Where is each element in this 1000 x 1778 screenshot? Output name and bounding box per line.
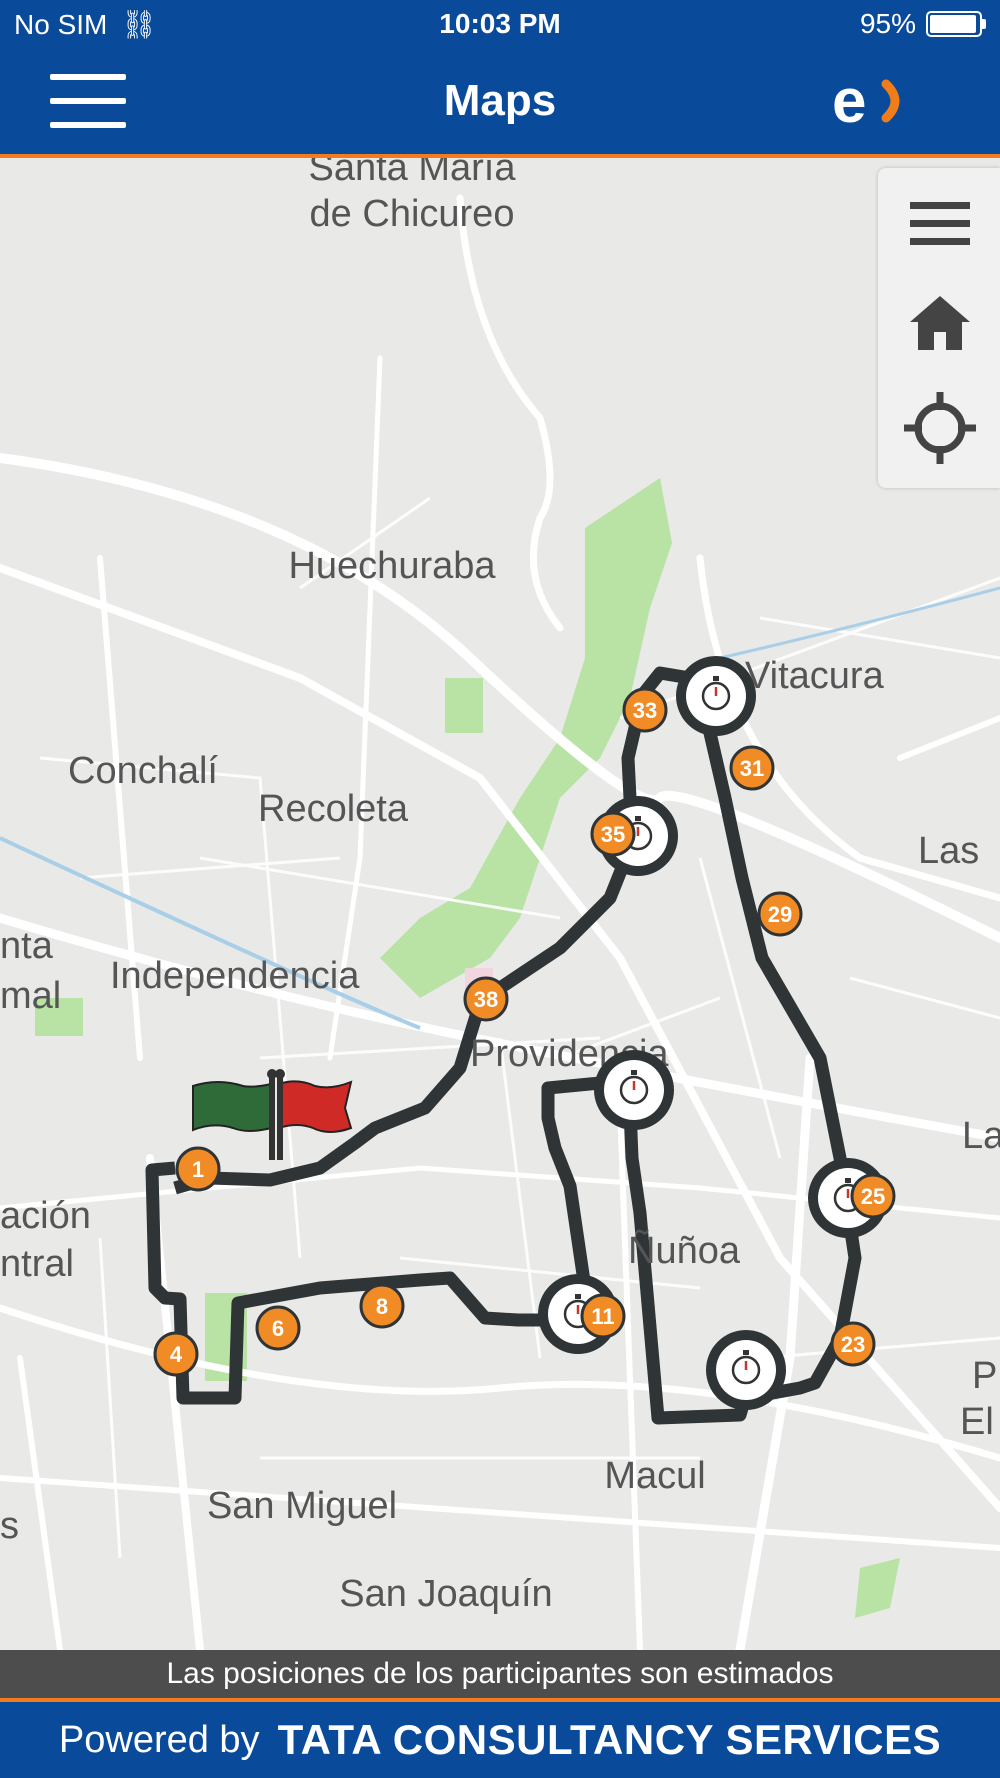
label-conchali: Conchalí: [68, 750, 218, 792]
crosshair-icon[interactable]: [902, 390, 978, 466]
nav-bar: Maps e: [0, 50, 1000, 158]
km-marker-label: 1: [192, 1157, 204, 1182]
km-marker[interactable]: 33: [622, 687, 668, 733]
label-independencia: Independencia: [110, 955, 360, 997]
label-nunoa: Ñuñoa: [628, 1229, 741, 1272]
label-nta: nta: [0, 925, 54, 967]
brand-logo-icon: e: [832, 70, 900, 132]
battery-icon: [926, 11, 986, 37]
km-marker[interactable]: 1: [175, 1146, 221, 1192]
label-el: El: [960, 1401, 994, 1443]
label-acion: ación: [0, 1195, 91, 1237]
km-marker-label: 8: [376, 1294, 388, 1319]
label-ntral: ntral: [0, 1243, 74, 1285]
timer-icon[interactable]: [706, 1330, 786, 1410]
battery-group: 95%: [859, 8, 986, 40]
km-marker-label: 38: [474, 987, 498, 1012]
label-san-joaquin: San Joaquín: [339, 1573, 552, 1615]
map-controls-panel: [878, 168, 1000, 488]
label-mal: mal: [0, 975, 61, 1017]
battery-fill: [930, 15, 976, 33]
km-marker[interactable]: 6: [255, 1305, 301, 1351]
km-marker[interactable]: 31: [729, 745, 775, 791]
label-santa-maria: Santa María: [309, 158, 517, 189]
disclaimer-banner: Las posiciones de los participantes son …: [0, 1650, 1000, 1702]
km-marker-label: 35: [601, 822, 625, 847]
km-marker[interactable]: 25: [850, 1173, 896, 1219]
km-marker[interactable]: 29: [757, 891, 803, 937]
powered-by-label: Powered by: [58, 1718, 260, 1761]
label-macul: Macul: [604, 1455, 705, 1497]
status-bar: No SIM ⛓ 10:03 PM 95%: [0, 0, 1000, 50]
km-marker[interactable]: 23: [830, 1321, 876, 1367]
label-recoleta: Recoleta: [258, 788, 409, 830]
label-las: Las: [918, 830, 979, 872]
km-marker-label: 29: [768, 902, 792, 927]
km-marker[interactable]: 35: [590, 811, 636, 857]
label-s: s: [0, 1505, 19, 1547]
km-marker-label: 31: [740, 756, 764, 781]
map-view[interactable]: Santa María de Chicureo Huechuraba Vitac…: [0, 158, 1000, 1650]
km-marker[interactable]: 4: [153, 1331, 199, 1377]
label-p: P: [972, 1355, 997, 1397]
label-chicureo: de Chicureo: [310, 193, 515, 235]
park-area: [445, 678, 483, 733]
label-san-miguel: San Miguel: [207, 1485, 397, 1527]
timer-icon[interactable]: [676, 656, 756, 736]
km-marker-label: 4: [170, 1342, 183, 1367]
footer: Powered by TATA CONSULTANCY SERVICES: [0, 1702, 1000, 1778]
km-marker[interactable]: 38: [463, 976, 509, 1022]
km-marker[interactable]: 11: [580, 1293, 626, 1339]
status-time: 10:03 PM: [439, 8, 561, 39]
label-huechuraba: Huechuraba: [288, 545, 496, 587]
home-icon[interactable]: [902, 286, 978, 362]
km-marker-label: 33: [633, 698, 657, 723]
km-marker-label: 25: [861, 1184, 885, 1209]
km-marker-label: 23: [841, 1332, 865, 1357]
battery-percent: 95%: [859, 8, 916, 39]
company-logo-text: TATA CONSULTANCY SERVICES: [277, 1716, 942, 1763]
label-la: La: [962, 1115, 1000, 1157]
km-marker[interactable]: 8: [359, 1283, 405, 1329]
km-marker-label: 6: [272, 1316, 284, 1341]
hamburger-icon[interactable]: [902, 186, 978, 262]
km-marker-label: 11: [591, 1304, 614, 1329]
svg-text:e: e: [832, 70, 866, 132]
label-vitacura: Vitacura: [745, 655, 885, 697]
timer-icon[interactable]: [594, 1050, 674, 1130]
